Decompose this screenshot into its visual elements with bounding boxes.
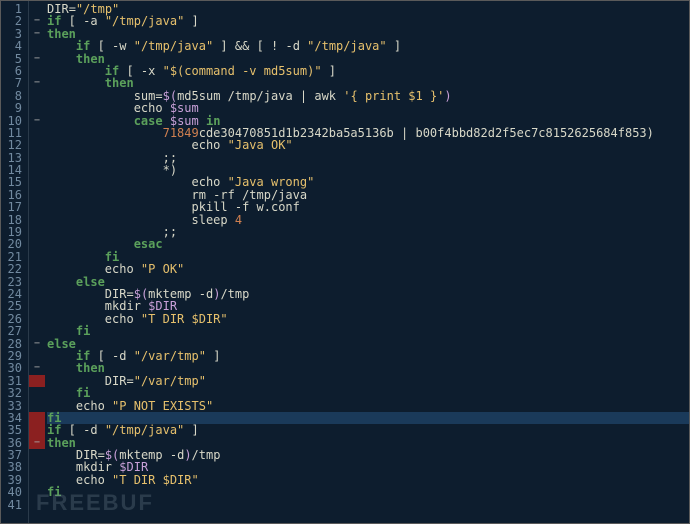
fold-marker[interactable]: − [29,28,45,40]
code-line[interactable] [47,499,689,511]
fold-marker[interactable]: − [29,115,45,127]
line-number: 38 [5,461,22,473]
fold-marker [29,474,45,486]
fold-marker [29,486,45,498]
line-number-gutter: 1234567891011121314151617181920212223242… [1,1,29,523]
code-line[interactable]: fi [47,325,689,337]
fold-marker [29,189,45,201]
fold-marker [29,152,45,164]
fold-marker [29,214,45,226]
fold-marker[interactable]: − [29,437,45,449]
fold-marker [29,276,45,288]
code-line[interactable]: echo "P OK" [47,263,689,275]
line-number: 12 [5,139,22,151]
code-line[interactable]: if [ -x "$(command -v md5sum)" ] [47,65,689,77]
code-line[interactable]: if [ -d "/tmp/java" ] [47,424,689,436]
code-editor: 1234567891011121314151617181920212223242… [1,1,689,523]
fold-column: −− − − − − − − [29,1,45,523]
fold-marker [29,461,45,473]
fold-marker [29,164,45,176]
line-number: 9 [5,102,22,114]
code-line[interactable]: echo "T DIR $DIR" [47,474,689,486]
fold-marker [29,387,45,399]
fold-marker [29,3,45,15]
line-number: 15 [5,176,22,188]
line-number: 32 [5,387,22,399]
fold-marker[interactable]: − [29,338,45,350]
code-line[interactable]: echo "T DIR $DIR" [47,313,689,325]
fold-marker [29,176,45,188]
fold-marker [29,300,45,312]
line-number: 20 [5,238,22,250]
line-number: 40 [5,486,22,498]
fold-marker [29,313,45,325]
fold-marker [29,325,45,337]
fold-marker [29,238,45,250]
fold-marker[interactable] [29,424,45,436]
fold-marker [29,65,45,77]
line-number: 4 [5,40,22,52]
fold-marker [29,400,45,412]
fold-marker[interactable]: − [29,77,45,89]
fold-marker[interactable] [29,375,45,387]
code-area[interactable]: DIR="/tmp"if [ -a "/tmp/java" ]then if [… [45,1,689,523]
fold-marker [29,201,45,213]
fold-marker [29,449,45,461]
code-line[interactable]: echo "P NOT EXISTS" [47,400,689,412]
fold-marker[interactable]: − [29,15,45,27]
line-number: 7 [5,77,22,89]
line-number: 41 [5,499,22,511]
code-line[interactable]: if [ -a "/tmp/java" ] [47,15,689,27]
fold-marker[interactable]: − [29,53,45,65]
fold-marker [29,288,45,300]
line-number: 30 [5,362,22,374]
line-number: 22 [5,263,22,275]
fold-marker [29,226,45,238]
code-line[interactable]: if [ -d "/var/tmp" ] [47,350,689,362]
fold-marker [29,251,45,263]
code-line[interactable]: if [ -w "/tmp/java" ] && [ ! -d "/tmp/ja… [47,40,689,52]
line-number: 35 [5,424,22,436]
code-line[interactable]: DIR="/var/tmp" [47,375,689,387]
line-number: 2 [5,15,22,27]
fold-marker [29,350,45,362]
fold-marker [29,499,45,511]
code-line[interactable]: fi [47,486,689,498]
line-number: 25 [5,300,22,312]
fold-marker [29,102,45,114]
fold-marker[interactable] [29,412,45,424]
line-number: 27 [5,325,22,337]
fold-marker [29,40,45,52]
fold-marker [29,127,45,139]
code-line[interactable]: esac [47,238,689,250]
fold-marker [29,139,45,151]
fold-marker [29,90,45,102]
fold-marker[interactable]: − [29,362,45,374]
line-number: 17 [5,201,22,213]
fold-marker [29,263,45,275]
